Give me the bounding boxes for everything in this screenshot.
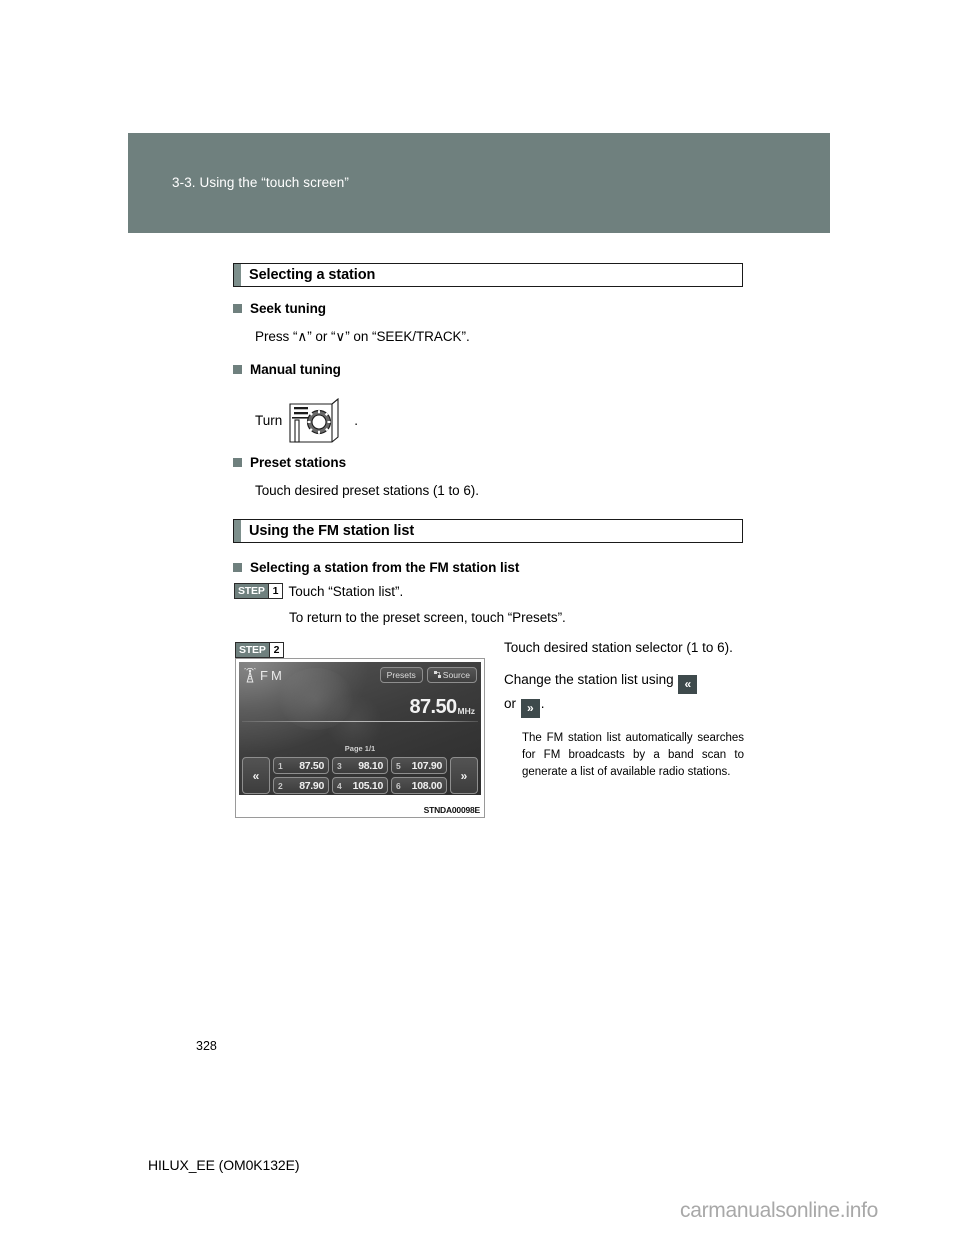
double-chevron-right-icon[interactable]: »	[520, 698, 540, 718]
figure-reference-code: STNDA00098E	[423, 805, 481, 815]
subheading-preset-stations: Preset stations	[233, 455, 346, 470]
station-list-area: « 1 87.50 2 87.90 3 98.10 4 105.10 5 107…	[239, 753, 481, 795]
preset-index: 1	[278, 760, 283, 771]
station-preset-1[interactable]: 1 87.50	[273, 757, 329, 774]
square-bullet-icon	[233, 304, 242, 313]
square-bullet-icon	[233, 458, 242, 467]
presets-button-label: Presets	[386, 669, 416, 680]
step-number-label: 1	[267, 584, 283, 598]
site-watermark: carmanualsonline.info	[680, 1199, 878, 1222]
station-preset-grid: 1 87.50 2 87.90 3 98.10 4 105.10 5 107.9…	[273, 757, 447, 794]
preset-frequency: 87.50	[299, 759, 324, 772]
page-header-title: 3-3. Using the “touch screen”	[172, 175, 349, 190]
step-number-label: 2	[268, 642, 284, 657]
section-header-selecting-a-station: Selecting a station	[233, 263, 743, 287]
station-selector-instruction: Touch desired station selector (1 to 6).	[504, 640, 733, 655]
source-button[interactable]: Source	[426, 667, 477, 683]
frequency-unit: MHz	[457, 706, 475, 716]
divider-line	[242, 721, 478, 722]
subheading-label: Manual tuning	[250, 362, 341, 377]
previous-page-button[interactable]: «	[242, 757, 270, 794]
step-1-text: Touch “Station list”.	[288, 583, 404, 599]
step-word-label: STEP	[235, 584, 268, 598]
presets-button[interactable]: Presets	[379, 667, 423, 683]
step-1-badge: STEP 1	[234, 583, 284, 599]
step-1-subtext: To return to the preset screen, touch “P…	[289, 610, 566, 625]
station-preset-6[interactable]: 6 108.00	[391, 777, 447, 794]
step-word-label: STEP	[236, 642, 269, 657]
preset-frequency: 98.10	[358, 759, 383, 772]
page-number: 328	[196, 1039, 217, 1053]
radio-touch-screen[interactable]: FM Presets Source 87.50 MHz Page 1/1 « 1…	[239, 662, 481, 795]
preset-frequency: 108.00	[411, 779, 443, 792]
seek-tuning-instruction: Press “∧” or “∨” on “SEEK/TRACK”.	[255, 329, 470, 344]
change-list-prefix: Change the station list using	[504, 671, 674, 687]
section-accent-bar	[234, 264, 241, 286]
page-indicator: Page 1/1	[344, 744, 376, 753]
station-preset-2[interactable]: 2 87.90	[273, 777, 329, 794]
preset-index: 3	[337, 760, 342, 771]
radio-top-bar: FM Presets Source	[239, 662, 481, 685]
preset-frequency: 87.90	[299, 779, 324, 792]
station-preset-5[interactable]: 5 107.90	[391, 757, 447, 774]
station-preset-3[interactable]: 3 98.10	[332, 757, 388, 774]
next-page-button[interactable]: »	[450, 757, 478, 794]
fm-station-list-note: The FM station list automatically search…	[522, 731, 744, 779]
station-preset-4[interactable]: 4 105.10	[332, 777, 388, 794]
fm-station-list-figure: STEP 2 FM Presets Source 87.50 MHz Page …	[235, 641, 485, 818]
preset-index: 2	[278, 780, 283, 791]
band-label: FM	[260, 667, 285, 683]
square-bullet-icon	[233, 365, 242, 374]
change-list-or: or	[504, 695, 517, 711]
screen-top-buttons: Presets Source	[379, 667, 477, 683]
preset-index: 4	[337, 780, 342, 791]
broadcast-tower-icon	[243, 667, 257, 683]
source-glyph-icon	[433, 671, 441, 679]
section-header-using-the-fm-station-list: Using the FM station list	[233, 519, 743, 543]
subheading-label: Preset stations	[250, 455, 347, 470]
frequency-value: 87.50	[409, 696, 457, 718]
manual-tuning-instruction: Turn .	[255, 396, 358, 444]
section-title: Using the FM station list	[249, 522, 415, 539]
frequency-display: 87.50 MHz	[239, 685, 481, 717]
section-accent-bar	[234, 520, 241, 542]
preset-stations-instruction: Touch desired preset stations (1 to 6).	[255, 483, 479, 498]
tuning-knob-icon	[286, 396, 344, 444]
section-title: Selecting a station	[249, 266, 376, 283]
preset-frequency: 107.90	[411, 759, 443, 772]
step-2-badge: STEP 2	[235, 641, 285, 658]
step-1-line: STEP 1 Touch “Station list”.	[234, 583, 403, 599]
subheading-seek-tuning: Seek tuning	[233, 301, 326, 316]
change-list-suffix: .	[540, 695, 545, 711]
band-indicator: FM	[243, 667, 285, 683]
figure-frame: FM Presets Source 87.50 MHz Page 1/1 « 1…	[235, 658, 485, 818]
source-button-label: Source	[442, 669, 470, 680]
change-station-list-instruction: Change the station list using « or ».	[504, 670, 749, 718]
figure-description-column: Touch desired station selector (1 to 6).…	[504, 638, 749, 782]
station-preset-column: 3 98.10 4 105.10	[332, 757, 388, 794]
square-bullet-icon	[233, 563, 242, 572]
subheading-label: Selecting a station from the FM station …	[250, 560, 520, 575]
preset-index: 6	[396, 780, 401, 791]
preset-index: 5	[396, 760, 401, 771]
preset-frequency: 105.10	[352, 779, 384, 792]
turn-label: Turn	[255, 412, 283, 428]
manual-tuning-period: .	[354, 412, 359, 428]
document-code: HILUX_EE (OM0K132E)	[148, 1157, 300, 1173]
station-preset-column: 1 87.50 2 87.90	[273, 757, 329, 794]
double-chevron-left-icon[interactable]: «	[678, 674, 698, 694]
subheading-selecting-from-fm-list: Selecting a station from the FM station …	[233, 560, 519, 575]
subheading-manual-tuning: Manual tuning	[233, 362, 341, 377]
station-preset-column: 5 107.90 6 108.00	[391, 757, 447, 794]
subheading-label: Seek tuning	[250, 301, 326, 316]
